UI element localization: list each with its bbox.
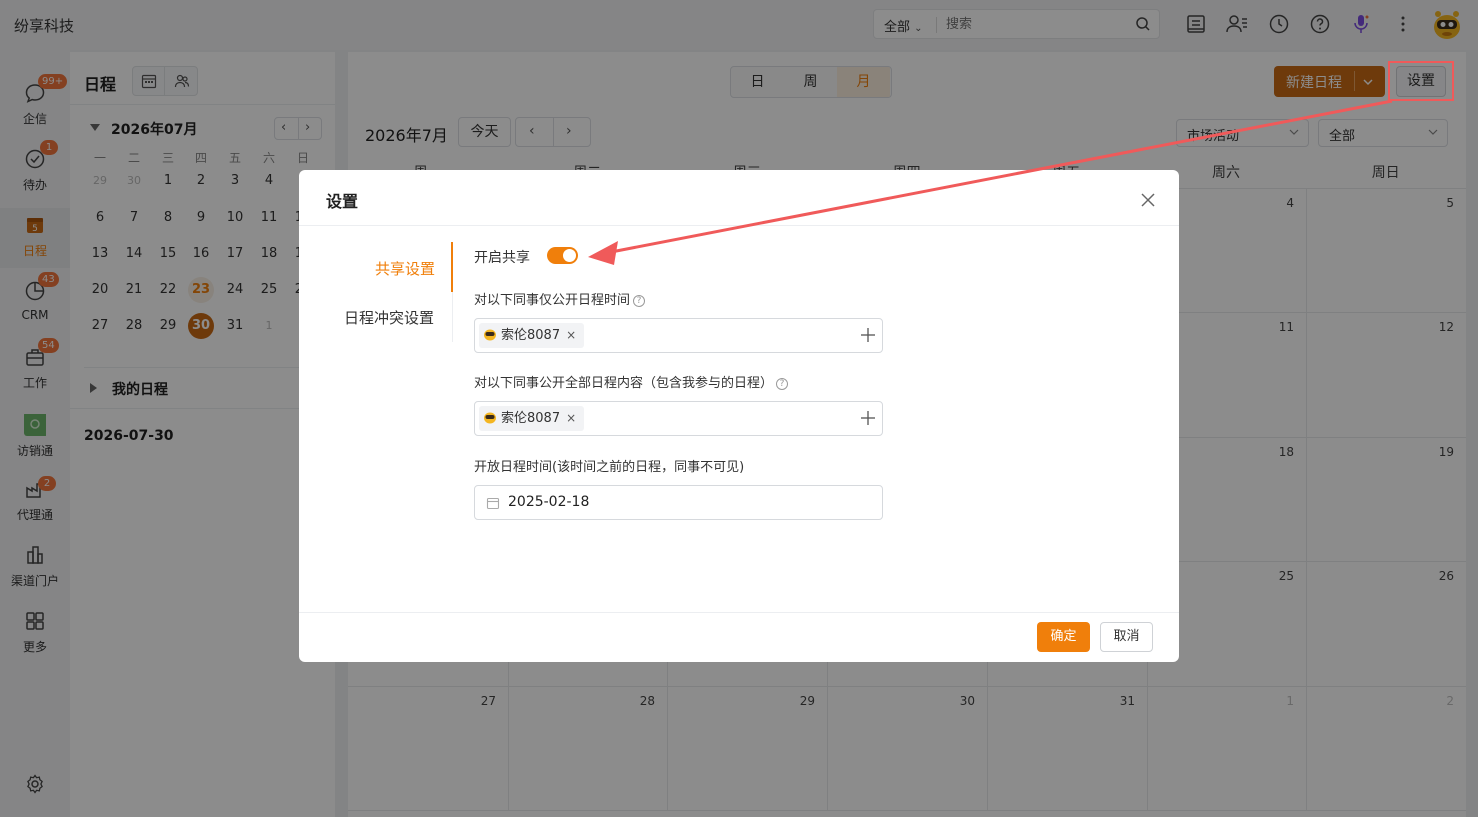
confirm-button[interactable]: 确定 — [1037, 622, 1090, 652]
full-content-label: 对以下同事公开全部日程内容（包含我参与的日程）? — [474, 372, 789, 391]
user-avatar — [484, 329, 496, 341]
annotation-highlight — [1388, 61, 1454, 101]
remove-tag-icon[interactable]: × — [566, 328, 576, 342]
colleague-tag: 索伦8087 × — [479, 406, 585, 431]
full-content-colleagues[interactable]: 索伦8087 × — [474, 401, 883, 436]
close-icon[interactable] — [1137, 189, 1159, 211]
time-only-label: 对以下同事仅公开日程时间? — [474, 289, 646, 308]
enable-share-toggle[interactable] — [547, 247, 578, 264]
help-icon[interactable]: ? — [633, 295, 646, 307]
add-icon[interactable] — [860, 327, 876, 343]
enable-share-label: 开启共享 — [474, 250, 530, 266]
open-time-date-picker[interactable]: 2025-02-18 — [474, 485, 883, 520]
open-time-label: 开放日程时间(该时间之前的日程，同事不可见) — [474, 460, 745, 475]
calendar-icon — [486, 497, 500, 510]
remove-tag-icon[interactable]: × — [566, 411, 576, 425]
add-icon[interactable] — [860, 410, 876, 426]
tab-conflict-settings[interactable]: 日程冲突设置 — [344, 307, 434, 328]
cancel-button[interactable]: 取消 — [1100, 622, 1153, 652]
tab-share-settings[interactable]: 共享设置 — [375, 258, 435, 279]
colleague-tag: 索伦8087 × — [479, 323, 585, 348]
dialog-title: 设置 — [326, 192, 359, 211]
help-icon[interactable]: ? — [776, 378, 789, 390]
user-avatar — [484, 412, 496, 424]
settings-dialog: 设置 共享设置 日程冲突设置 开启共享 对以下同事仅公开日程时间? 索伦8087… — [299, 170, 1179, 662]
time-only-colleagues[interactable]: 索伦8087 × — [474, 318, 883, 353]
